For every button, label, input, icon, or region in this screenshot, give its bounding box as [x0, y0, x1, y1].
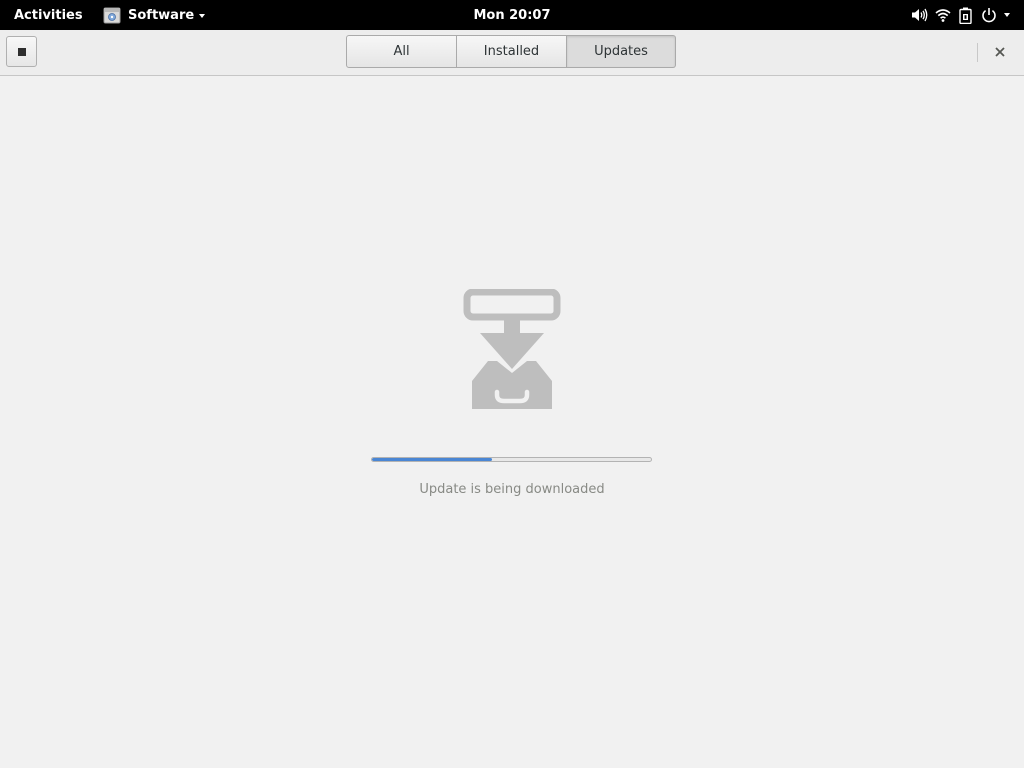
stop-button[interactable] [6, 36, 37, 67]
download-status-text: Update is being downloaded [419, 482, 605, 497]
system-tray[interactable] [911, 0, 1010, 30]
header-separator [977, 43, 978, 62]
download-tray-icon [463, 289, 561, 409]
stop-icon [17, 47, 26, 56]
software-icon [103, 7, 121, 24]
close-icon [995, 47, 1005, 57]
app-menu[interactable]: Software [103, 0, 206, 30]
battery-icon [959, 7, 972, 24]
tab-updates-label: Updates [594, 44, 648, 59]
header-bar: All Installed Updates [0, 30, 1024, 76]
close-button[interactable] [988, 40, 1012, 64]
power-icon [982, 8, 996, 23]
clock-label[interactable]: Mon 20:07 [473, 8, 550, 23]
tab-installed[interactable]: Installed [457, 35, 567, 68]
download-progress-bar [371, 457, 652, 462]
download-progress-fill [372, 458, 492, 461]
tab-all[interactable]: All [346, 35, 457, 68]
view-switcher: All Installed Updates [346, 35, 676, 68]
chevron-down-icon [1004, 13, 1010, 17]
wifi-icon [935, 9, 951, 22]
tab-all-label: All [393, 44, 410, 59]
updates-page: Update is being downloaded [0, 76, 1024, 768]
chevron-down-icon [199, 13, 206, 18]
tab-installed-label: Installed [483, 44, 540, 59]
app-menu-label: Software [128, 7, 195, 23]
tab-updates[interactable]: Updates [567, 35, 676, 68]
top-bar: Activities Software Mon 20:07 [0, 0, 1024, 30]
volume-icon [912, 8, 928, 22]
activities-button[interactable]: Activities [14, 0, 83, 30]
